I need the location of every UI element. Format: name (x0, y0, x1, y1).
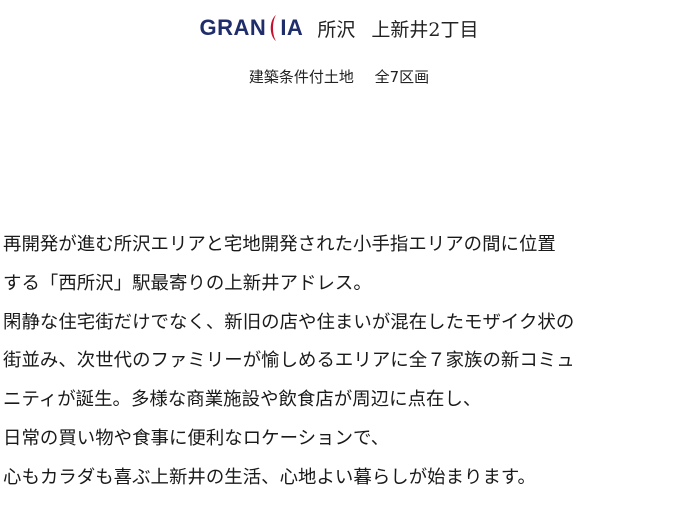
header: GRAN IA 所沢 上新井2丁目 (0, 8, 678, 48)
description-line: 再開発が進む所沢エリアと宅地開発された小手指エリアの間に位置 (3, 234, 556, 255)
place-name: 所沢 (317, 18, 356, 41)
description-line: 日常の買い物や食事に便利なロケーションで、 (3, 427, 390, 449)
grancia-logo: GRAN IA (200, 14, 304, 42)
lot-count: 全7区画 (374, 68, 430, 86)
address: 上新井2丁目 (371, 18, 479, 41)
logo-text-left: GRAN (199, 15, 267, 40)
logo-text-right: IA (280, 15, 304, 40)
description-line: 閑静な住宅街だけでなく、新旧の店や住まいが混在したモザイク状の (3, 311, 575, 333)
property-title: 所沢 上新井2丁目 (317, 15, 478, 42)
description-line: ニティが誕生。多様な商業施設や飲食店が周辺に点在し、 (3, 389, 482, 411)
description-line: 街並み、次世代のファミリーが愉しめるエリアに全７家族の新コミュ (3, 350, 575, 372)
logo-crescent-icon (267, 14, 279, 42)
description-line: 心もカラダも喜ぶ上新井の生活、心地よい暮らしが始まります。 (3, 466, 536, 488)
land-category: 建築条件付土地 (248, 68, 354, 86)
subtitle: 建築条件付土地 全7区画 (0, 66, 678, 87)
description-body: 再開発が進む所沢エリアと宅地開発された小手指エリアの間に位置 する「西所沢」駅最… (3, 226, 675, 498)
description-line: する「西所沢」駅最寄りの上新井アドレス。 (3, 272, 372, 294)
